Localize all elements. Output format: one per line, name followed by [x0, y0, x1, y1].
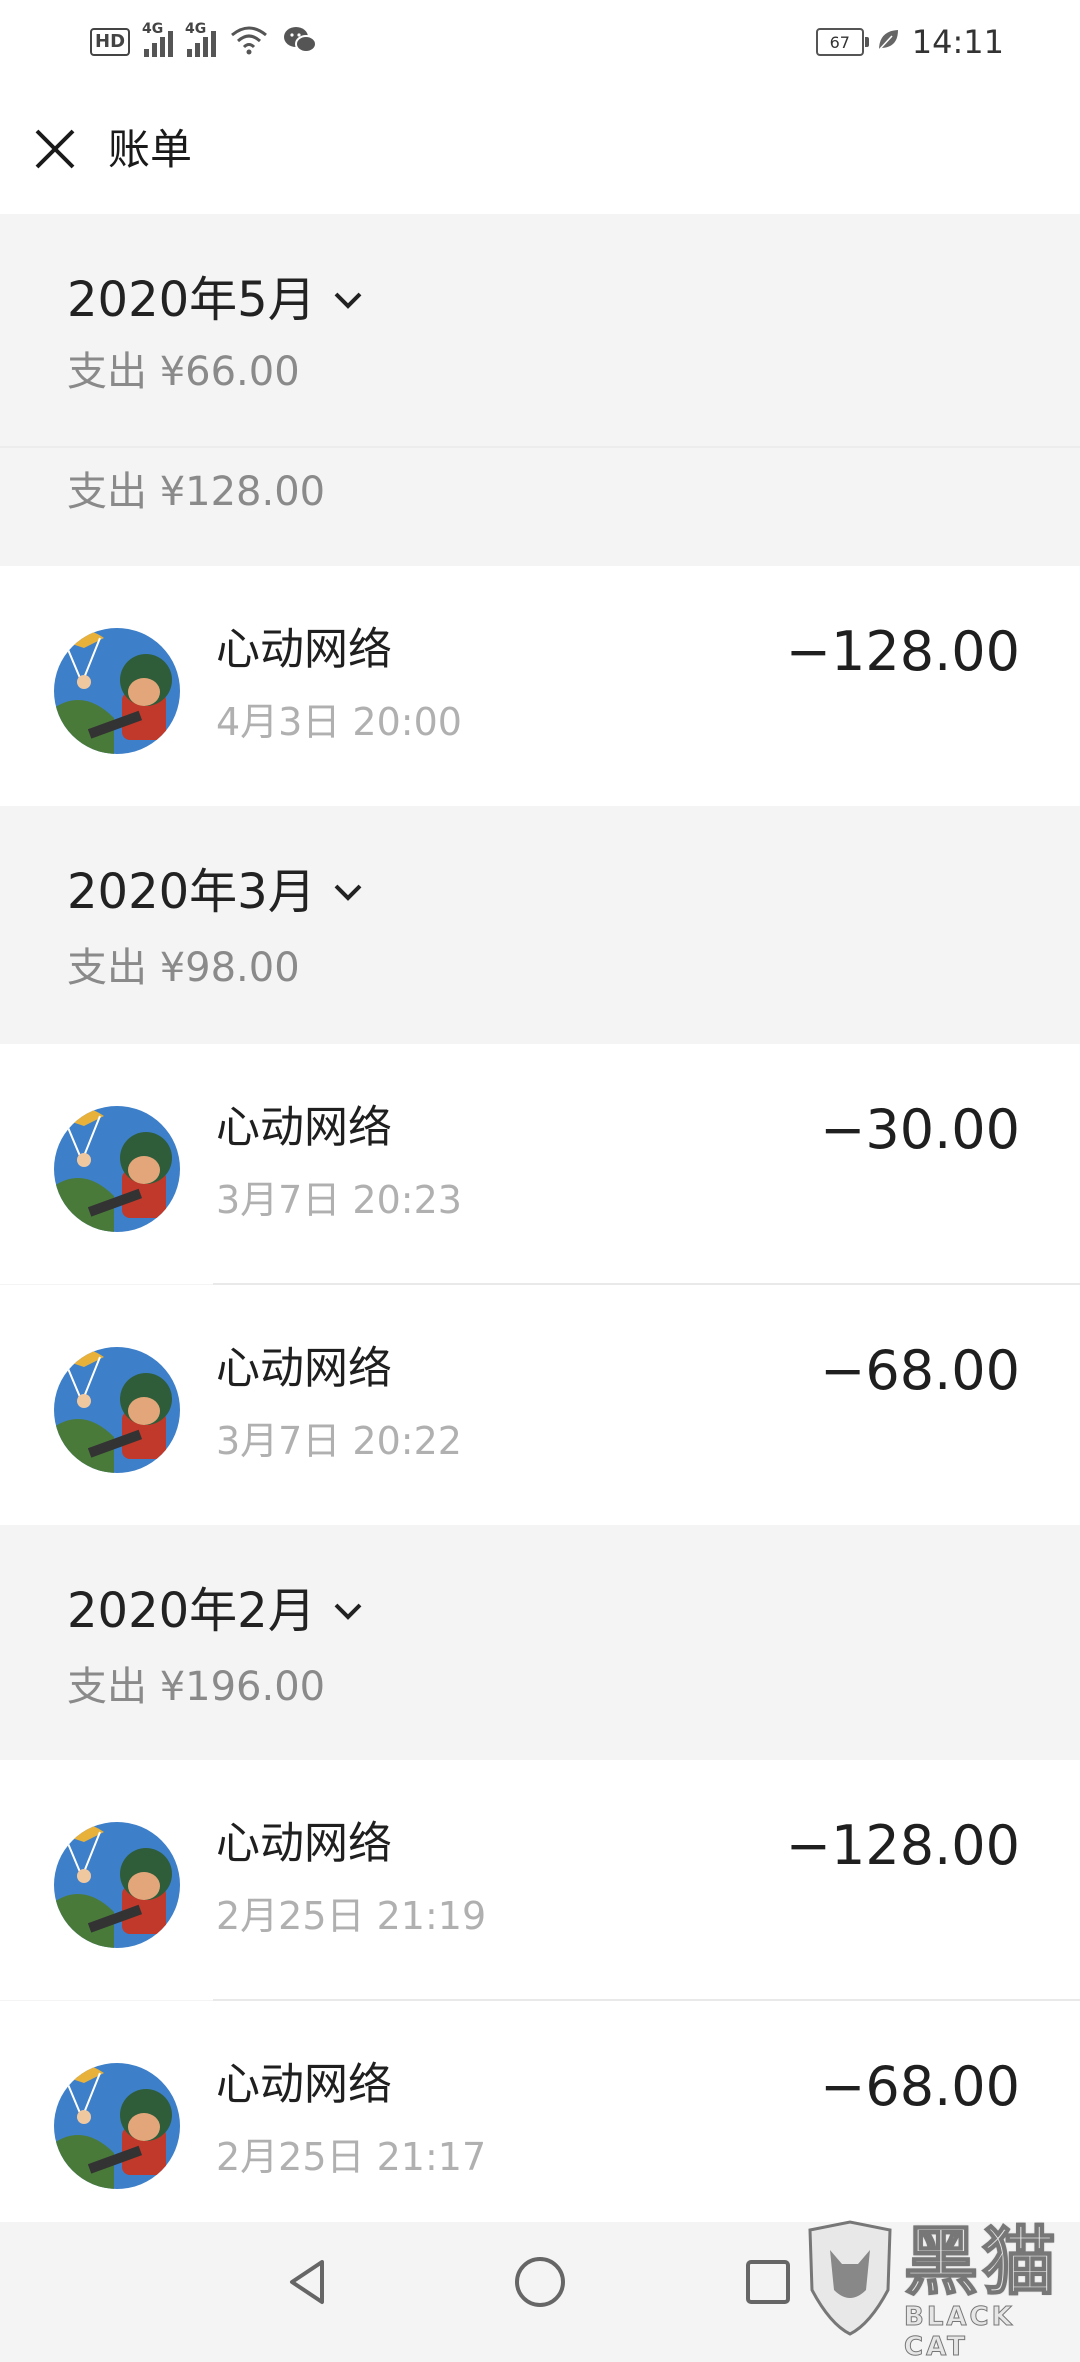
month-total: 支出 ¥196.00: [67, 1664, 326, 1710]
merchant-name: 心动网络: [216, 1818, 392, 1869]
month-total: 支出 ¥98.00: [67, 945, 300, 991]
transaction-row[interactable]: 心动网络 2月25日 21:19 −128.00: [0, 1760, 1080, 2000]
merchant-avatar: [54, 1822, 180, 1948]
hd-icon: HD: [90, 28, 131, 56]
leaf-icon: [876, 27, 900, 57]
month-title: 2020年2月: [67, 1583, 316, 1639]
divider: [0, 446, 1080, 448]
blackcat-shield-icon: [808, 2220, 892, 2336]
signal-icon-1: 4G: [142, 21, 174, 57]
merchant-name: 心动网络: [216, 624, 392, 675]
merchant-avatar: [54, 1347, 180, 1473]
transaction-time: 3月7日 20:22: [216, 1419, 462, 1463]
merchant-avatar: [54, 1106, 180, 1232]
recents-square-icon: [746, 2260, 790, 2304]
transaction-row[interactable]: 心动网络 3月7日 20:23 −30.00: [0, 1044, 1080, 1284]
home-button[interactable]: [508, 2250, 572, 2314]
wechat-icon: [282, 25, 318, 59]
month-total: 支出 ¥66.00: [67, 349, 300, 395]
clock: 14:11: [911, 23, 1004, 61]
back-triangle-icon: [290, 2260, 324, 2304]
close-icon: [35, 129, 75, 169]
month-selector[interactable]: 2020年2月: [67, 1581, 366, 1641]
status-right-icons: 67 14:11: [815, 20, 1004, 64]
home-circle-icon: [515, 2257, 565, 2307]
chevron-down-icon: [334, 1603, 362, 1620]
transaction-amount: −68.00: [820, 2055, 1020, 2118]
month-selector[interactable]: 2020年3月: [67, 862, 366, 922]
title-bar: 账单: [0, 84, 1080, 214]
month-header-february: 2020年2月 支出 ¥196.00: [0, 1525, 1080, 1760]
transaction-amount: −68.00: [820, 1339, 1020, 1402]
month-total: 支出 ¥128.00: [67, 469, 326, 515]
transaction-amount: −128.00: [785, 620, 1020, 683]
transaction-row[interactable]: 心动网络 3月7日 20:22 −68.00: [0, 1285, 1080, 1525]
recents-button[interactable]: [736, 2250, 800, 2314]
chevron-down-icon: [334, 292, 362, 309]
back-button[interactable]: [276, 2250, 340, 2314]
wifi-icon: [230, 25, 268, 59]
month-title: 2020年3月: [67, 864, 316, 920]
month-selector[interactable]: 2020年5月: [67, 270, 366, 330]
status-bar: HD 4G 4G 67 14:11: [0, 0, 1080, 84]
transaction-time: 4月3日 20:00: [216, 700, 462, 744]
transaction-time: 2月25日 21:19: [216, 1894, 487, 1938]
transaction-amount: −30.00: [820, 1098, 1020, 1161]
signal-icon-2: 4G: [185, 21, 217, 57]
close-button[interactable]: [22, 116, 88, 182]
merchant-name: 心动网络: [216, 1102, 392, 1153]
transaction-amount: −128.00: [785, 1814, 1020, 1877]
month-header-march: 2020年3月 支出 ¥98.00: [0, 806, 1080, 1044]
transaction-row[interactable]: 心动网络 4月3日 20:00 −128.00: [0, 566, 1080, 806]
chevron-down-icon: [334, 884, 362, 901]
watermark-text: 黑猫: [903, 2219, 1060, 2305]
transaction-time: 2月25日 21:17: [216, 2135, 487, 2179]
transaction-time: 3月7日 20:23: [216, 1178, 462, 1222]
month-header-may: 2020年5月 支出 ¥66.00 支出 ¥128.00: [0, 214, 1080, 566]
page-title: 账单: [108, 125, 193, 174]
merchant-name: 心动网络: [216, 2059, 392, 2110]
merchant-avatar: [54, 628, 180, 754]
battery-icon: 67: [815, 28, 869, 56]
watermark-subtext: BLACK CAT: [904, 2302, 1015, 2362]
status-left-icons: HD 4G 4G: [90, 21, 318, 62]
blackcat-watermark: 黑猫 BLACK CAT: [800, 2218, 1080, 2362]
merchant-avatar: [54, 2063, 180, 2189]
month-title: 2020年5月: [67, 272, 316, 328]
merchant-name: 心动网络: [216, 1343, 392, 1394]
transaction-row[interactable]: 心动网络 2月25日 21:17 −68.00: [0, 2001, 1080, 2222]
